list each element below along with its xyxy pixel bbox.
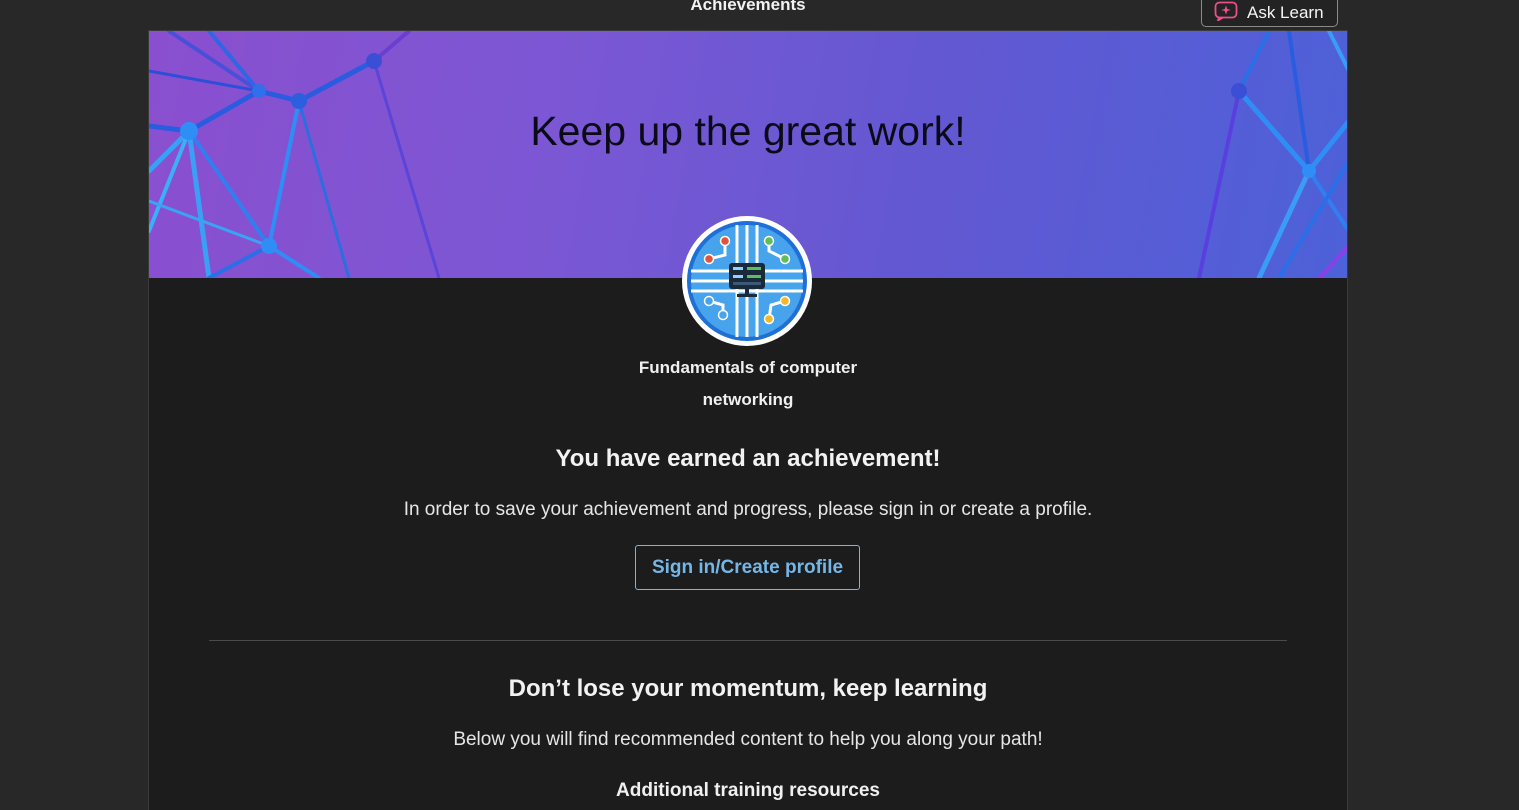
achievement-dialog: Keep up the great work! Fundamentals of … <box>148 30 1348 810</box>
momentum-heading: Don’t lose your momentum, keep learning <box>508 675 988 702</box>
earned-heading: You have earned an achievement! <box>555 445 941 472</box>
sign-in-create-profile-button[interactable]: Sign in/Create profile <box>635 545 860 590</box>
ask-learn-button[interactable]: Ask Learn <box>1201 0 1338 27</box>
save-message: In order to save your achievement and pr… <box>403 499 1093 520</box>
additional-resources-heading: Additional training resources <box>616 780 880 801</box>
banner-heading: Keep up the great work! <box>530 108 966 154</box>
divider <box>209 640 1287 641</box>
page: Achievements Ask Learn Keep up the great… <box>0 0 1519 810</box>
ask-learn-label: Ask Learn <box>1247 2 1324 22</box>
sparkle-chat-icon <box>1214 1 1238 21</box>
network-circuit-badge-icon <box>682 216 812 346</box>
course-name: Fundamentals of computer networking <box>638 358 858 409</box>
recommendations-description: Below you will find recommended content … <box>453 729 1043 750</box>
